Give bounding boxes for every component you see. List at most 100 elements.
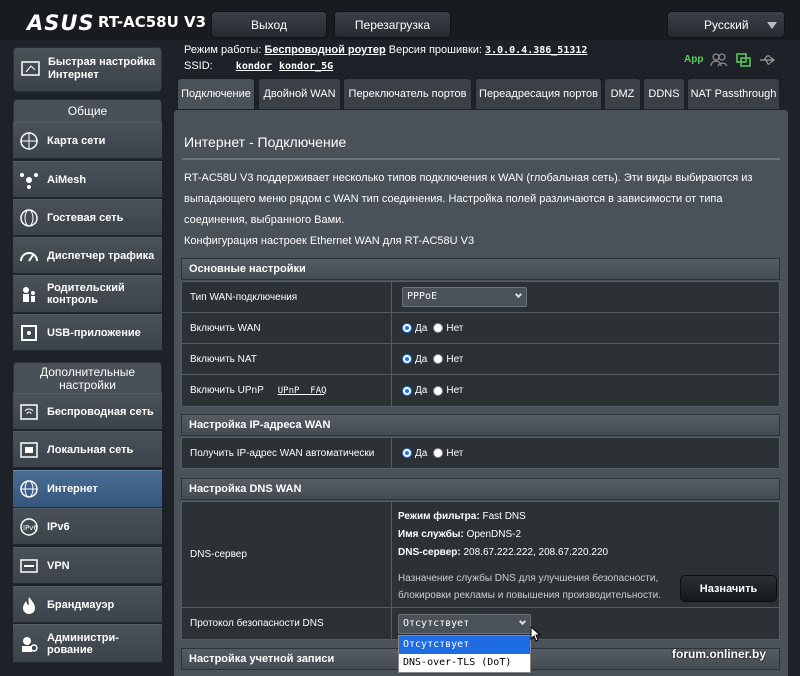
service-name-line: Имя службы: OpenDNS-2 [398,526,779,544]
sidebar-item-label: Администри-рование [47,631,119,656]
auto-ip-yes-radio[interactable] [402,448,412,458]
title-divider [182,158,780,160]
dns-settings-header: Настройка DNS WAN [181,478,780,500]
filter-mode-line: Режим фильтра: Fast DNS [398,508,779,526]
tab-connection[interactable]: Подключение [177,78,255,109]
puzzle-icon [19,323,39,343]
sidebar-item-vpn[interactable]: VPN [13,547,162,584]
ssid-link-5g[interactable]: kondor_5G [279,61,333,72]
dropdown-option-none[interactable]: Отсутствует [399,636,530,654]
sidebar-item-label: USB-приложение [47,326,141,339]
enable-wan-label: Включить WAN [182,313,392,343]
tab-ddns[interactable]: DDNS [643,78,685,109]
page-description: RT-AC58U V3 поддерживает несколько типов… [184,172,753,226]
globe-icon [19,131,39,151]
auto-ip-no-radio[interactable] [433,448,444,458]
enable-wan-yes-radio[interactable] [402,323,412,333]
quick-setup-label: Быстрая настройка Интернет [48,56,156,81]
radio-yes-label: Да [415,322,428,334]
tab-port-forwarding[interactable]: Переадресация портов [475,78,602,109]
parental-icon [19,284,39,304]
mouse-cursor-icon [530,625,542,645]
vpn-icon [19,556,39,576]
dropdown-option-dot[interactable]: DNS-over-TLS (DoT) [399,654,530,672]
sidebar-item-label: Гостевая сеть [47,211,124,224]
sidebar-item-parental-control[interactable]: Родительский контроль [13,275,162,313]
operation-info: Режим работы: Беспроводной роутер Версия… [184,44,587,56]
chevron-down-icon [518,617,527,625]
ssid-link-24[interactable]: kondor [236,61,272,72]
dns-server-line: DNS-сервер: 208.67.222.222, 208.67.220.2… [398,544,779,562]
sidebar-item-network-map[interactable]: Карта сети [13,122,162,159]
tab-dmz[interactable]: DMZ [604,78,641,109]
top-bar: ASUS RT-AC58U V3 Выход Перезагрузка Русс… [0,0,800,40]
app-icon[interactable]: App [684,54,703,71]
radio-yes-label: Да [415,385,428,396]
radio-no-label: Нет [446,353,464,365]
quick-setup-button[interactable]: Быстрая настройка Интернет [13,47,162,92]
users-icon[interactable] [710,52,729,71]
radio-no-label: Нет [446,385,464,396]
lan-icon [19,440,39,460]
enable-upnp-label-cell: Включить UPnP UPnP FAQ [182,375,392,406]
wan-type-select[interactable]: PPPoE [402,287,527,307]
wifi-icon [19,402,39,422]
sidebar-item-wireless[interactable]: Беспроводная сеть [13,393,162,430]
sidebar-item-aimesh[interactable]: AiMesh [13,161,162,198]
wan-type-value: PPPoE [407,291,438,302]
firmware-link[interactable]: 3.0.0.4.386_51312 [485,45,587,56]
sidebar-item-administration[interactable]: Администри-рование [13,624,162,663]
dns-server-value-label: DNS-сервер: [398,547,461,558]
enable-nat-label: Включить NAT [182,344,392,374]
flame-icon [19,595,39,615]
logout-button[interactable]: Выход [211,11,327,38]
enable-wan-row: Включить WAN Да Нет [181,312,780,344]
dns-server-label: DNS-сервер [182,502,392,607]
mode-link[interactable]: Беспроводной роутер [264,44,385,56]
svg-text:IPv6: IPv6 [23,524,38,532]
sidebar-item-label: Карта сети [47,134,106,147]
dns-note: Назначение службы DNS для улучшения безо… [398,573,661,601]
enable-wan-no-radio[interactable] [433,323,444,333]
guest-globe-icon [19,208,39,228]
network-status-icon[interactable] [735,52,752,71]
tab-nat-passthrough[interactable]: NAT Passthrough [687,78,780,109]
ipv6-icon: IPv6 [19,517,39,537]
sidebar-item-usb-app[interactable]: USB-приложение [13,314,162,351]
sidebar-item-ipv6[interactable]: IPv6 IPv6 [13,508,162,545]
dns-protocol-label: Протокол безопасности DNS [182,608,392,639]
globe-icon [19,479,39,499]
gauge-icon [19,246,39,266]
wan-type-row: Тип WAN-подключения PPPoE [181,281,780,313]
sidebar-item-guest-network[interactable]: Гостевая сеть [13,199,162,236]
filter-mode-value: Fast DNS [482,511,526,522]
sidebar-item-lan[interactable]: Локальная сеть [13,431,162,468]
radio-no-label: Нет [446,322,464,334]
general-header: Общие [13,99,162,123]
sidebar-item-traffic-manager[interactable]: Диспетчер трафика [13,237,162,274]
wan-type-label: Тип WAN-подключения [182,282,392,312]
auto-ip-row: Получить IP-адрес WAN автоматически Да Не… [181,437,780,469]
chevron-down-icon [767,22,777,29]
basic-settings-header: Основные настройки [181,258,780,280]
enable-nat-yes-radio[interactable] [402,354,412,364]
sidebar-item-label: Диспетчер трафика [47,249,155,262]
auto-ip-label: Получить IP-адрес WAN автоматически [182,438,392,468]
sidebar-item-label: Беспроводная сеть [47,405,154,418]
enable-upnp-no-radio[interactable] [433,385,444,396]
enable-upnp-yes-radio[interactable] [402,385,412,396]
dns-protocol-dropdown[interactable]: Отсутствует DNS-over-TLS (DoT) [398,635,531,673]
reboot-button[interactable]: Перезагрузка [334,11,451,38]
language-select[interactable]: Русский [667,11,785,38]
tab-port-switch[interactable]: Переключатель портов [343,78,472,109]
dns-protocol-select[interactable]: Отсутствует [398,613,531,634]
upnp-faq-link[interactable]: UPnP FAQ [278,386,327,396]
assign-button[interactable]: Назначить [680,575,777,602]
sidebar-item-internet[interactable]: Интернет [13,470,162,508]
aimesh-icon [19,170,39,190]
sidebar-item-firewall[interactable]: Брандмауэр [13,586,162,623]
usb-icon[interactable] [758,52,776,71]
tab-dual-wan[interactable]: Двойной WAN [258,78,341,109]
enable-nat-no-radio[interactable] [433,354,444,364]
sidebar-item-label: Брандмауэр [47,598,115,611]
